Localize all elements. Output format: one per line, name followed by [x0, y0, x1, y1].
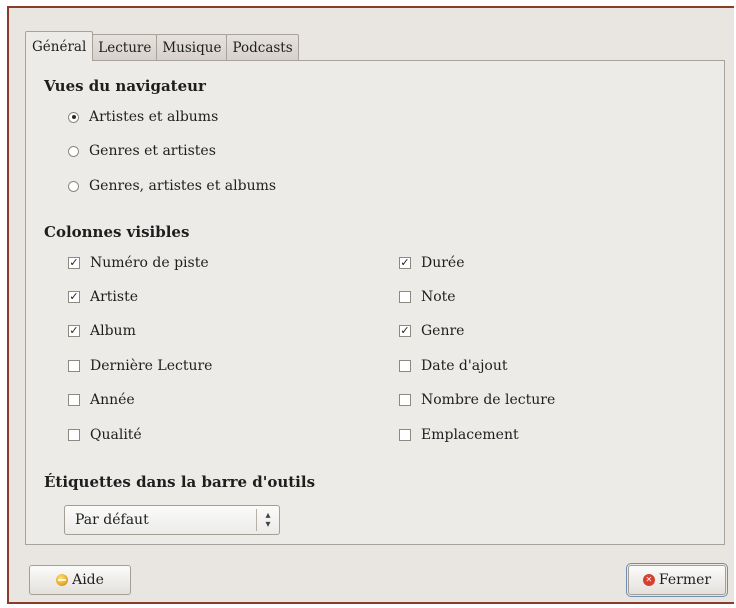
tab-general[interactable]: Général: [25, 31, 94, 61]
checkbox-label: Qualité: [90, 427, 142, 443]
checkbox-duration[interactable]: ✓ Durée: [399, 255, 465, 271]
checkbox-indicator: ✓: [399, 324, 411, 337]
tab-music[interactable]: Musique: [156, 34, 228, 60]
checkbox-label: Durée: [421, 255, 465, 271]
checkbox-indicator: [68, 394, 80, 406]
checkbox-play-count[interactable]: Nombre de lecture: [399, 392, 555, 408]
checkbox-rating[interactable]: Note: [399, 289, 456, 305]
checkbox-label: Date d'ajout: [421, 358, 508, 374]
checkbox-label: Numéro de piste: [90, 255, 209, 271]
help-button-label: Aide: [72, 572, 104, 588]
checkbox-indicator: [399, 360, 411, 372]
radio-label: Genres, artistes et albums: [89, 178, 277, 194]
checkbox-album[interactable]: ✓ Album: [68, 323, 136, 339]
select-value: Par défaut: [75, 512, 149, 528]
radio-label: Artistes et albums: [89, 109, 219, 125]
checkbox-date-added[interactable]: Date d'ajout: [399, 358, 508, 374]
checkbox-label: Dernière Lecture: [90, 358, 213, 374]
checkbox-indicator: ✓: [68, 290, 80, 303]
radio-genres-artists-albums[interactable]: Genres, artistes et albums: [68, 178, 276, 194]
checkbox-indicator: [399, 429, 411, 441]
radio-indicator: [68, 145, 79, 157]
close-button[interactable]: ✕ Fermer: [626, 563, 728, 597]
checkbox-genre[interactable]: ✓ Genre: [399, 323, 464, 339]
checkbox-label: Artiste: [90, 289, 139, 305]
checkbox-indicator: ✓: [68, 256, 80, 269]
checkbox-year[interactable]: Année: [68, 392, 135, 408]
checkbox-label: Note: [421, 289, 456, 305]
browser-views-title: Vues du navigateur: [44, 77, 206, 95]
close-icon: ✕: [642, 574, 655, 586]
checkbox-indicator: [68, 429, 80, 441]
checkbox-track-number[interactable]: ✓ Numéro de piste: [68, 255, 209, 271]
toolbar-labels-title: Étiquettes dans la barre d'outils: [44, 473, 316, 491]
checkbox-quality[interactable]: Qualité: [68, 427, 142, 443]
close-button-label: Fermer: [658, 572, 712, 588]
checkbox-indicator: ✓: [68, 324, 80, 337]
radio-genres-artists[interactable]: Genres et artistes: [68, 143, 216, 159]
checkbox-artist[interactable]: ✓ Artiste: [68, 289, 138, 305]
checkbox-last-played[interactable]: Dernière Lecture: [68, 358, 212, 374]
tab-playback[interactable]: Lecture: [92, 34, 158, 60]
checkbox-label: Année: [90, 392, 135, 408]
checkbox-label: Genre: [421, 323, 465, 339]
tab-podcasts[interactable]: Podcasts: [226, 34, 299, 60]
checkbox-label: Emplacement: [421, 427, 519, 443]
radio-indicator: [68, 111, 79, 123]
radio-artists-albums[interactable]: Artistes et albums: [68, 109, 218, 125]
up-down-arrows-icon: ▴ ▾: [265, 510, 271, 530]
visible-columns-title: Colonnes visibles: [44, 223, 190, 241]
radio-label: Genres et artistes: [89, 143, 216, 159]
checkbox-indicator: ✓: [399, 256, 411, 269]
checkbox-indicator: [399, 394, 411, 406]
tab-bar: Général Lecture Musique Podcasts: [25, 30, 299, 61]
checkbox-indicator: [399, 291, 411, 303]
help-icon: [56, 574, 69, 586]
checkbox-location[interactable]: Emplacement: [399, 427, 519, 443]
general-panel: Vues du navigateur Artistes et albums Ge…: [25, 60, 725, 545]
preferences-dialog: Général Lecture Musique Podcasts Vues du…: [7, 6, 734, 604]
checkbox-indicator: [68, 360, 80, 372]
checkbox-label: Nombre de lecture: [421, 392, 556, 408]
help-button[interactable]: Aide: [29, 565, 131, 595]
radio-indicator: [68, 180, 79, 192]
toolbar-labels-select[interactable]: Par défaut ▴ ▾: [64, 505, 280, 535]
checkbox-label: Album: [90, 323, 136, 339]
